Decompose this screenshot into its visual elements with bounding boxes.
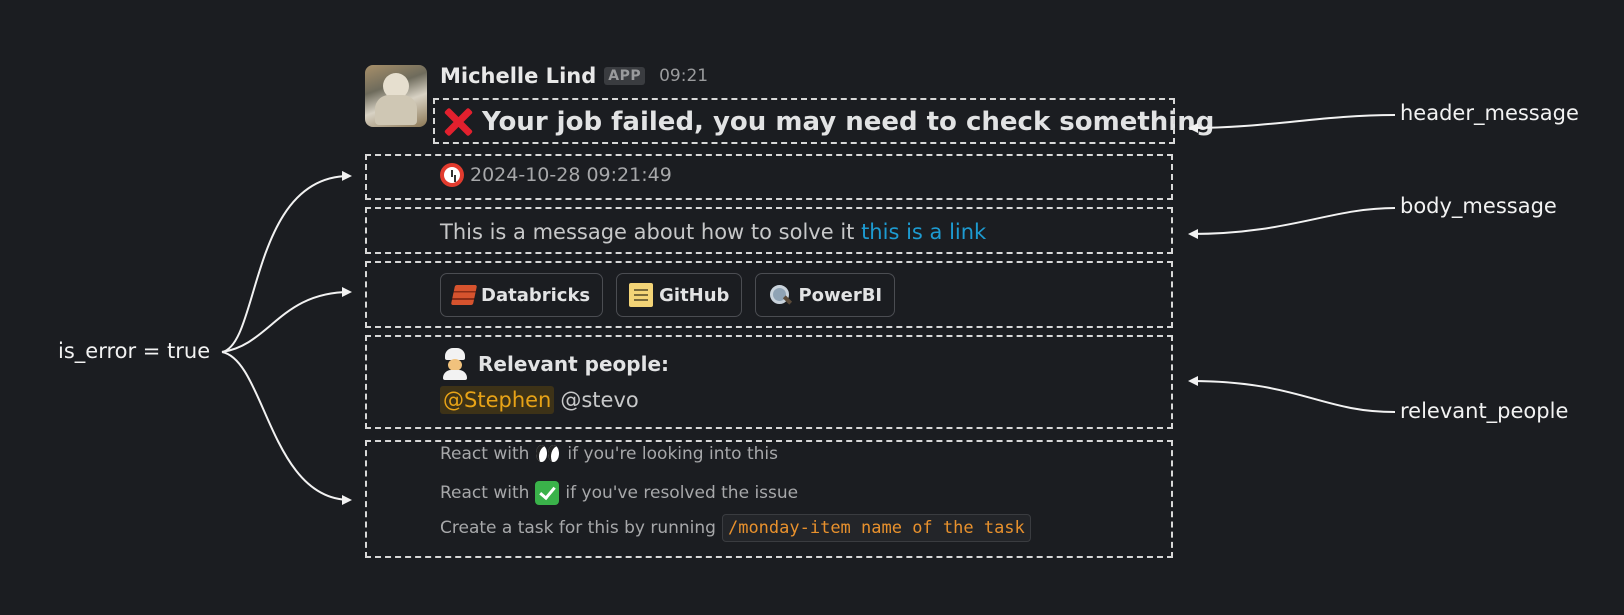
annotated-slack-message: Michelle Lind APP 09:21 Your job failed,… xyxy=(0,0,1624,615)
annotation-relevant-people: relevant_people xyxy=(1400,399,1569,423)
annotation-body-message: body_message xyxy=(1400,194,1557,218)
annotation-is-error: is_error = true xyxy=(58,339,211,363)
arrow-header xyxy=(1188,114,1396,133)
arrow-error-2 xyxy=(221,287,352,353)
arrow-error-1 xyxy=(221,170,352,353)
arrow-error-3 xyxy=(221,351,352,505)
annotation-header-message: header_message xyxy=(1400,101,1579,125)
arrow-body xyxy=(1188,207,1396,239)
annotation-arrows xyxy=(221,114,1396,505)
arrow-people xyxy=(1188,376,1396,413)
